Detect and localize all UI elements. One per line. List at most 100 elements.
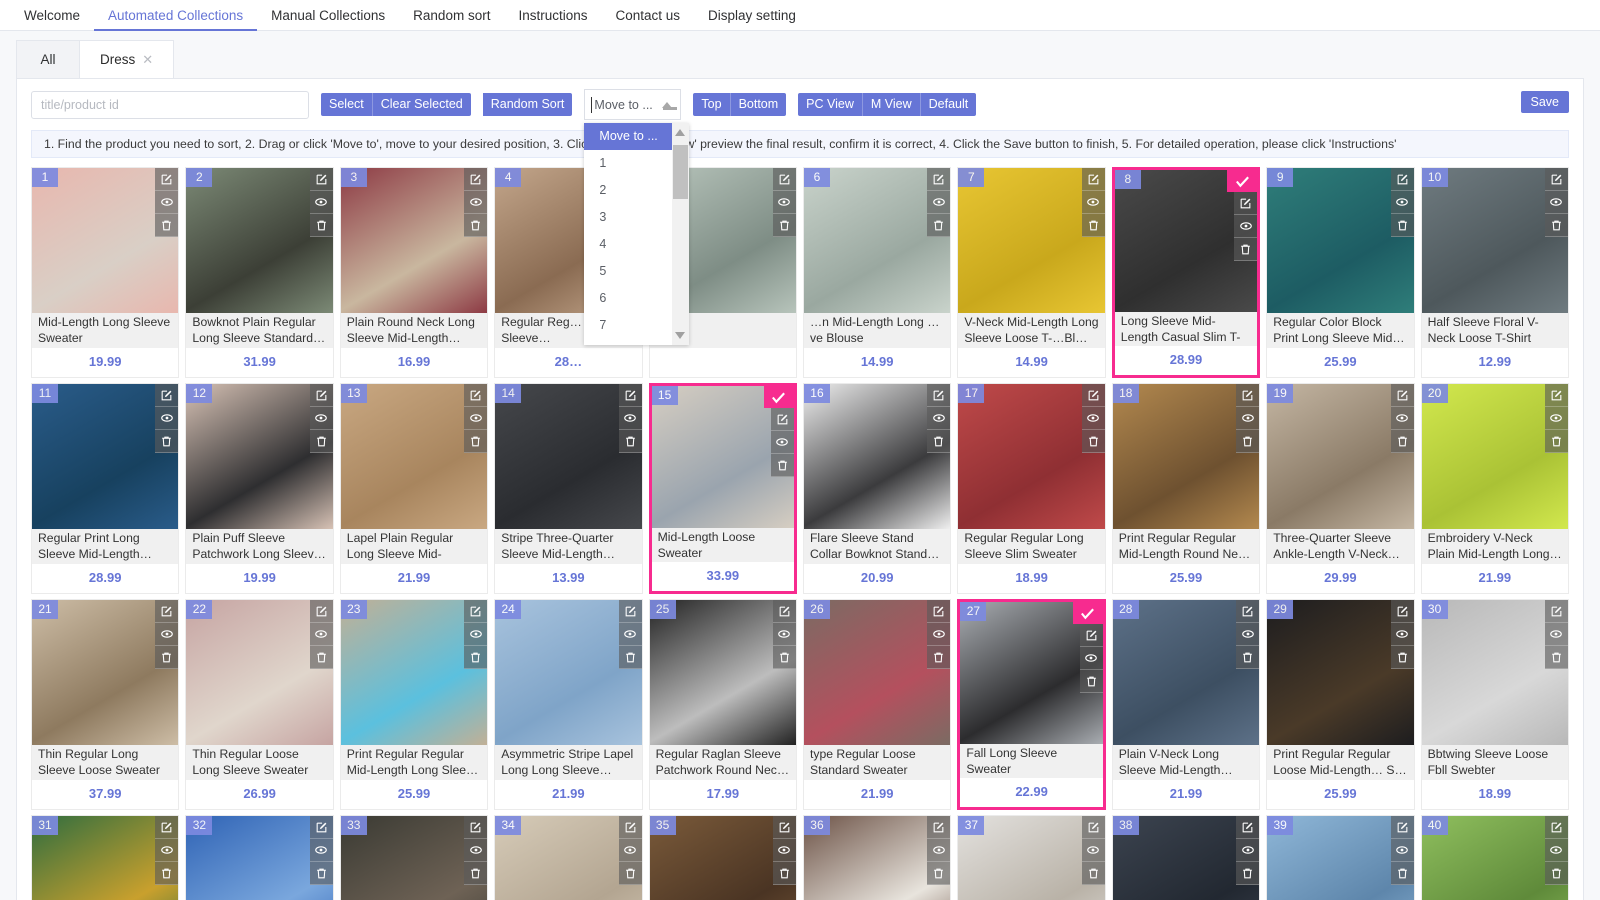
product-card[interactable]: 17 Regular Regular Long Sleeve Slim Sweat… bbox=[957, 383, 1106, 594]
product-card[interactable]: 3 Plain Round Neck Long Sleeve Mid-Length… bbox=[339, 167, 489, 378]
eye-icon[interactable] bbox=[1544, 839, 1568, 862]
product-thumbnail[interactable]: 28 bbox=[1112, 600, 1260, 745]
product-card[interactable]: 18 Print Regular Regular Mid-Length Round… bbox=[1111, 383, 1261, 594]
eye-icon[interactable] bbox=[1544, 623, 1568, 646]
trash-icon[interactable] bbox=[1079, 670, 1103, 693]
edit-icon[interactable] bbox=[155, 384, 179, 407]
close-icon[interactable]: ✕ bbox=[142, 53, 153, 66]
product-thumbnail[interactable]: 2 bbox=[186, 168, 333, 313]
check-icon[interactable] bbox=[1072, 602, 1103, 624]
edit-icon[interactable] bbox=[155, 816, 179, 839]
product-card[interactable]: 7 V-Neck Mid-Length Long Sleeve Loose T-…… bbox=[957, 167, 1106, 378]
product-thumbnail[interactable]: 11 bbox=[32, 384, 179, 529]
trash-icon[interactable] bbox=[309, 862, 333, 885]
move-to-option[interactable]: 6 bbox=[584, 285, 672, 312]
edit-icon[interactable] bbox=[464, 384, 488, 407]
trash-icon[interactable] bbox=[927, 646, 951, 669]
eye-icon[interactable] bbox=[618, 407, 642, 430]
move-to-option[interactable]: 2 bbox=[584, 177, 672, 204]
product-card[interactable]: 27 Fall Long Sleeve Sweater 22.99 bbox=[957, 599, 1106, 810]
trash-icon[interactable] bbox=[1544, 862, 1568, 885]
nav-item-random-sort[interactable]: Random sort bbox=[399, 0, 504, 30]
nav-item-automated-collections[interactable]: Automated Collections bbox=[94, 0, 258, 31]
scroll-down-arrow-icon[interactable] bbox=[675, 332, 686, 339]
product-card[interactable]: 13 Lapel Plain Regular Long Sleeve Mid-Le… bbox=[339, 383, 489, 594]
eye-icon[interactable] bbox=[464, 623, 488, 646]
eye-icon[interactable] bbox=[155, 191, 179, 214]
edit-icon[interactable] bbox=[772, 600, 796, 623]
product-card[interactable]: 2 Bowknot Plain Regular Long Sleeve Stand… bbox=[185, 167, 334, 378]
trash-icon[interactable] bbox=[309, 430, 333, 453]
product-thumbnail[interactable]: 33 bbox=[340, 816, 488, 900]
eye-icon[interactable] bbox=[1390, 623, 1414, 646]
eye-icon[interactable] bbox=[772, 623, 796, 646]
move-to-option[interactable]: 1 bbox=[584, 150, 672, 177]
eye-icon[interactable] bbox=[309, 839, 333, 862]
eye-icon[interactable] bbox=[464, 191, 488, 214]
trash-icon[interactable] bbox=[1544, 214, 1568, 237]
edit-icon[interactable] bbox=[618, 384, 642, 407]
product-thumbnail[interactable]: 32 bbox=[186, 816, 333, 900]
eye-icon[interactable] bbox=[1236, 623, 1260, 646]
product-thumbnail[interactable]: 10 bbox=[1421, 168, 1568, 313]
scrollbar-thumb[interactable] bbox=[673, 145, 689, 199]
product-thumbnail[interactable]: 12 bbox=[186, 384, 333, 529]
product-thumbnail[interactable]: 13 bbox=[340, 384, 488, 529]
edit-icon[interactable] bbox=[464, 816, 488, 839]
trash-icon[interactable] bbox=[1236, 646, 1260, 669]
nav-item-display-setting[interactable]: Display setting bbox=[694, 0, 810, 30]
product-card[interactable]: 15 Mid-Length Loose Sweater 33.99 bbox=[648, 383, 797, 594]
eye-icon[interactable] bbox=[309, 623, 333, 646]
product-card[interactable]: 35 bbox=[648, 815, 797, 900]
product-thumbnail[interactable]: 23 bbox=[340, 600, 488, 745]
edit-icon[interactable] bbox=[927, 168, 951, 191]
move-to-option[interactable]: 3 bbox=[584, 204, 672, 231]
trash-icon[interactable] bbox=[464, 214, 488, 237]
trash-icon[interactable] bbox=[772, 646, 796, 669]
edit-icon[interactable] bbox=[1390, 384, 1414, 407]
trash-icon[interactable] bbox=[770, 454, 794, 477]
product-card[interactable]: 29 Print Regular Regular Loose Mid-Length… bbox=[1266, 599, 1415, 810]
edit-icon[interactable] bbox=[618, 816, 642, 839]
eye-icon[interactable] bbox=[1081, 191, 1105, 214]
trash-icon[interactable] bbox=[155, 214, 179, 237]
product-thumbnail[interactable]: 27 bbox=[960, 602, 1103, 744]
product-thumbnail[interactable]: 20 bbox=[1421, 384, 1568, 529]
edit-icon[interactable] bbox=[770, 408, 794, 431]
product-card[interactable]: 38 bbox=[1111, 815, 1261, 900]
trash-icon[interactable] bbox=[927, 214, 951, 237]
trash-icon[interactable] bbox=[1544, 646, 1568, 669]
product-thumbnail[interactable]: 38 bbox=[1112, 816, 1260, 900]
trash-icon[interactable] bbox=[772, 214, 796, 237]
product-thumbnail[interactable]: 22 bbox=[186, 600, 333, 745]
trash-icon[interactable] bbox=[155, 430, 179, 453]
trash-icon[interactable] bbox=[618, 646, 642, 669]
eye-icon[interactable] bbox=[155, 407, 179, 430]
trash-icon[interactable] bbox=[1236, 430, 1260, 453]
product-card[interactable]: 9 Regular Color Block Print Long Sleeve M… bbox=[1266, 167, 1415, 378]
eye-icon[interactable] bbox=[1390, 839, 1414, 862]
product-card[interactable]: 33 bbox=[339, 815, 489, 900]
edit-icon[interactable] bbox=[464, 600, 488, 623]
product-thumbnail[interactable]: 1 bbox=[32, 168, 179, 313]
edit-icon[interactable] bbox=[309, 816, 333, 839]
clear-selected-button[interactable]: Clear Selected bbox=[372, 93, 471, 116]
product-card[interactable]: 1 Mid-Length Long Sleeve Sweater 19.99 bbox=[31, 167, 180, 378]
m-view-button[interactable]: M View bbox=[862, 93, 921, 116]
edit-icon[interactable] bbox=[1236, 600, 1260, 623]
trash-icon[interactable] bbox=[618, 430, 642, 453]
trash-icon[interactable] bbox=[309, 214, 333, 237]
product-card[interactable]: 28 Plain V-Neck Long Sleeve Mid-Length…Bl… bbox=[1111, 599, 1261, 810]
trash-icon[interactable] bbox=[772, 862, 796, 885]
eye-icon[interactable] bbox=[1236, 839, 1260, 862]
edit-icon[interactable] bbox=[927, 384, 951, 407]
edit-icon[interactable] bbox=[1079, 624, 1103, 647]
edit-icon[interactable] bbox=[1081, 816, 1105, 839]
product-card[interactable]: 12 Plain Puff Sleeve Patchwork Long Sleev… bbox=[185, 383, 334, 594]
nav-item-contact-us[interactable]: Contact us bbox=[602, 0, 695, 30]
trash-icon[interactable] bbox=[1544, 430, 1568, 453]
nav-item-welcome[interactable]: Welcome bbox=[10, 0, 94, 30]
product-thumbnail[interactable]: 31 bbox=[32, 816, 179, 900]
eye-icon[interactable] bbox=[927, 191, 951, 214]
product-thumbnail[interactable]: 40 bbox=[1421, 816, 1568, 900]
